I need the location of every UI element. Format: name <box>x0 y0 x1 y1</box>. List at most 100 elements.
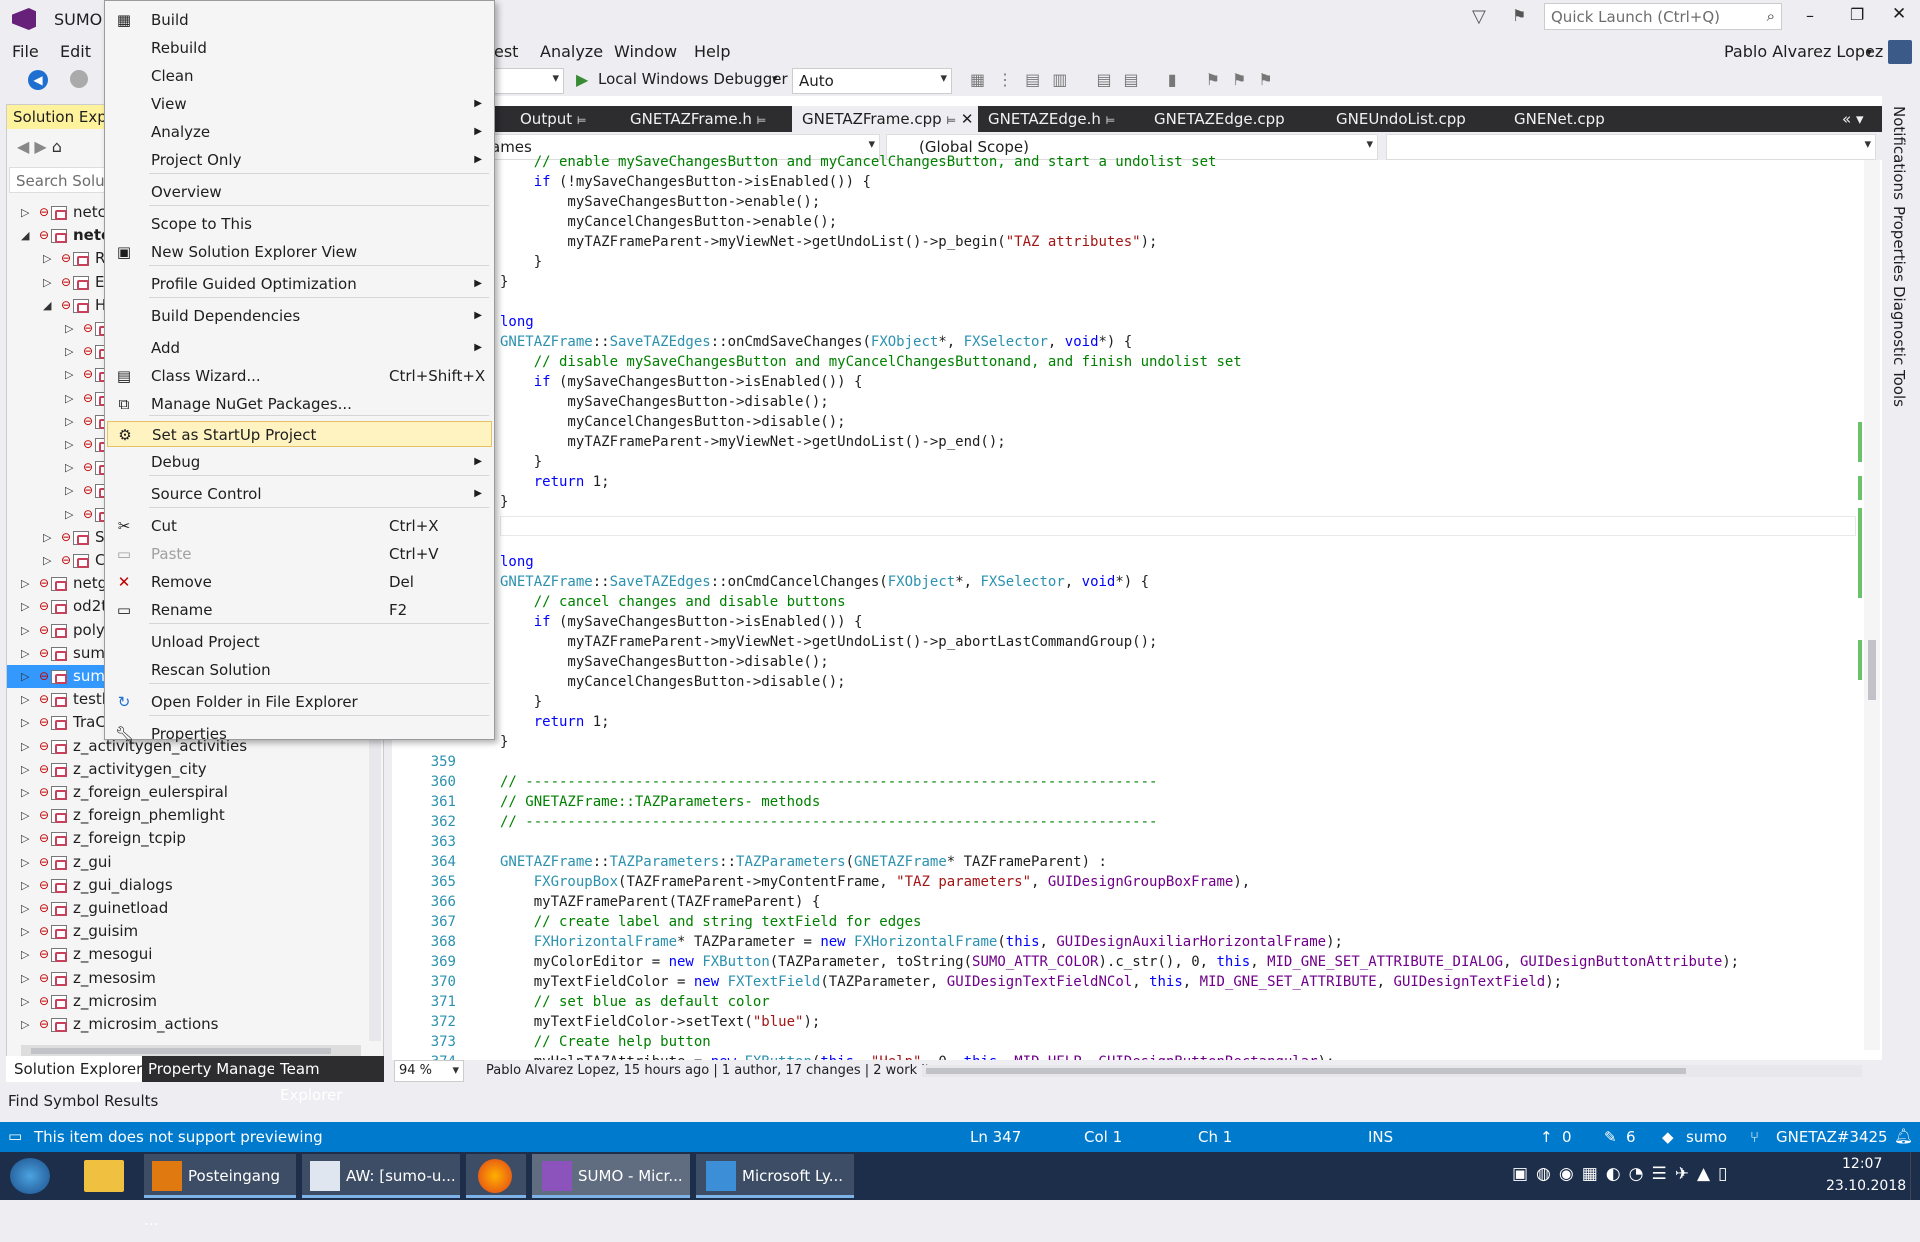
tree-item[interactable]: ▷ ⊖ z_gui_dialogs <box>7 874 377 897</box>
code-line[interactable]: } <box>392 272 1862 292</box>
editor-vscrollbar[interactable] <box>1864 160 1880 1050</box>
code-line[interactable]: 365 FXGroupBox(TAZFrameParent->myContent… <box>392 872 1862 892</box>
context-menu-item[interactable]: ⚙ Set as StartUp Project <box>107 421 492 447</box>
code-line[interactable]: GNETAZFrame::SaveTAZEdges::onCmdSaveChan… <box>392 332 1862 352</box>
code-line[interactable]: 369 myColorEditor = new FXButton(TAZPara… <box>392 952 1862 972</box>
blame-info[interactable]: Pablo Alvarez Lopez, 15 hours ago | 1 au… <box>486 1063 957 1078</box>
debugger-button[interactable]: Local Windows Debugger <box>598 70 788 88</box>
tree-item[interactable]: ▷ ⊖ z_microsim <box>7 990 377 1013</box>
minimize-button[interactable]: – <box>1806 6 1814 25</box>
expand-arrow-icon[interactable]: ▷ <box>65 479 73 502</box>
zoom-combo[interactable]: 94 % <box>394 1060 464 1082</box>
find-symbol-results-tab[interactable]: Find Symbol Results <box>8 1092 158 1110</box>
filter-icon[interactable]: ▽ <box>1472 6 1486 27</box>
expand-arrow-icon[interactable]: ◢ <box>21 224 29 247</box>
code-line[interactable]: 366 myTAZFrameParent(TAZFrameParent) { <box>392 892 1862 912</box>
code-line[interactable]: long <box>392 312 1862 332</box>
context-menu-item[interactable]: Overview <box>107 179 492 205</box>
expand-arrow-icon[interactable]: ▷ <box>65 433 73 456</box>
tree-item[interactable]: ▷ ⊖ z_guinetload <box>7 897 377 920</box>
expand-arrow-icon[interactable]: ▷ <box>21 735 29 758</box>
menu-analyze[interactable]: Analyze <box>540 42 603 61</box>
user-name[interactable]: Pablo Alvarez Lopez <box>1724 42 1883 61</box>
tab-output[interactable]: Output ⊨ <box>510 106 586 132</box>
expand-arrow-icon[interactable]: ▷ <box>21 711 29 734</box>
taskbar-app-firefox[interactable] <box>466 1154 526 1198</box>
repo-icon[interactable]: ◆ <box>1662 1128 1674 1146</box>
expand-arrow-icon[interactable]: ▷ <box>21 874 29 897</box>
code-line[interactable]: // disable mySaveChangesButton and myCan… <box>392 352 1862 372</box>
code-line[interactable]: myTAZFrameParent->myViewNet->getUndoList… <box>392 632 1862 652</box>
context-menu-item[interactable]: Add ▶ <box>107 335 492 361</box>
code-line[interactable]: 364 GNETAZFrame::TAZParameters::TAZParame… <box>392 852 1862 872</box>
expand-arrow-icon[interactable]: ▷ <box>65 410 73 433</box>
context-menu-item[interactable]: Debug ▶ <box>107 449 492 475</box>
expand-arrow-icon[interactable]: ▷ <box>21 920 29 943</box>
context-menu-item[interactable]: Rescan Solution <box>107 657 492 683</box>
menu-edit[interactable]: Edit <box>60 42 91 61</box>
tab-gnetazframe-h[interactable]: GNETAZFrame.h ⊨ <box>620 106 766 132</box>
tab-gnetazedge-h[interactable]: GNETAZEdge.h ⊨ <box>978 106 1115 132</box>
context-menu-item[interactable]: Project Only ▶ <box>107 147 492 173</box>
expand-arrow-icon[interactable]: ▷ <box>65 456 73 479</box>
expand-arrow-icon[interactable]: ▷ <box>65 363 73 386</box>
expand-arrow-icon[interactable]: ▷ <box>21 827 29 850</box>
forward-nav-icon[interactable] <box>70 70 88 88</box>
context-menu-item[interactable]: Analyze ▶ <box>107 119 492 145</box>
context-menu-item[interactable]: Source Control ▶ <box>107 481 492 507</box>
close-tab-icon[interactable]: ✕ <box>961 110 974 128</box>
code-line[interactable]: if (!mySaveChangesButton->isEnabled()) { <box>392 172 1862 192</box>
show-desktop-button[interactable] <box>1910 1152 1920 1200</box>
menu-window[interactable]: Window <box>614 42 677 61</box>
context-menu-item[interactable]: Build Dependencies ▶ <box>107 303 492 329</box>
code-line[interactable]: 360 // ----------------------------------… <box>392 772 1862 792</box>
expand-arrow-icon[interactable]: ▷ <box>21 619 29 642</box>
code-line[interactable]: 370 myTextFieldColor = new FXTextField(T… <box>392 972 1862 992</box>
expand-arrow-icon[interactable]: ▷ <box>65 503 73 526</box>
expand-arrow-icon[interactable]: ▷ <box>43 549 51 572</box>
code-line[interactable]: GNETAZFrame::SaveTAZEdges::onCmdCancelCh… <box>392 572 1862 592</box>
file-explorer-icon[interactable] <box>84 1160 124 1192</box>
expand-arrow-icon[interactable]: ▷ <box>43 526 51 549</box>
code-line[interactable]: } <box>392 692 1862 712</box>
code-line[interactable]: long <box>392 552 1862 572</box>
context-menu-item[interactable]: Rebuild <box>107 35 492 61</box>
code-line[interactable]: myCancelChangesButton->disable(); <box>392 412 1862 432</box>
pencil-icon[interactable]: ✎ <box>1604 1128 1617 1146</box>
play-icon[interactable]: ▶ <box>576 70 588 89</box>
tab-gnenet-cpp[interactable]: GNENet.cpp <box>1504 106 1605 132</box>
pin-icon[interactable]: ⊨ <box>577 114 587 127</box>
tree-item[interactable]: ▷ ⊖ z_foreign_eulerspiral <box>7 781 377 804</box>
home-icon[interactable]: ⌂ <box>52 137 62 156</box>
expand-arrow-icon[interactable]: ▷ <box>65 340 73 363</box>
code-line[interactable]: myTAZFrameParent->myViewNet->getUndoList… <box>392 232 1862 252</box>
expand-arrow-icon[interactable]: ▷ <box>21 758 29 781</box>
expand-arrow-icon[interactable]: ▷ <box>21 665 29 688</box>
code-line[interactable]: 359 <box>392 752 1862 772</box>
quick-launch-input[interactable]: Quick Launch (Ctrl+Q) ⌕ <box>1544 3 1782 30</box>
up-arrow-icon[interactable]: ↑ <box>1540 1128 1553 1146</box>
tab-property-manager[interactable]: Property Manager <box>142 1056 288 1082</box>
code-line[interactable]: myCancelChangesButton->enable(); <box>392 212 1862 232</box>
status-pushes[interactable]: 0 <box>1562 1128 1572 1146</box>
code-line[interactable]: } <box>392 252 1862 272</box>
code-line[interactable]: myTAZFrameParent->myViewNet->getUndoList… <box>392 432 1862 452</box>
tab-team-explorer[interactable]: Team Explorer <box>274 1056 384 1104</box>
platform-combo[interactable] <box>494 68 564 94</box>
code-line[interactable]: myCancelChangesButton->disable(); <box>392 672 1862 692</box>
expand-arrow-icon[interactable]: ▷ <box>43 271 51 294</box>
tree-item[interactable]: ▷ ⊖ z_gui <box>7 851 377 874</box>
close-window-button[interactable]: ✕ <box>1892 4 1906 24</box>
context-menu-item[interactable]: Profile Guided Optimization ▶ <box>107 271 492 297</box>
code-line[interactable]: mySaveChangesButton->disable(); <box>392 392 1862 412</box>
tree-item[interactable]: ▷ ⊖ z_activitygen_city <box>7 758 377 781</box>
expand-arrow-icon[interactable]: ▷ <box>43 247 51 270</box>
context-menu-item[interactable]: ✕ Remove Del <box>107 569 492 595</box>
pin-icon[interactable]: ⊨ <box>757 114 767 127</box>
menu-file[interactable]: File <box>12 42 39 61</box>
debugger-dropdown-icon[interactable]: ▾ <box>772 72 778 85</box>
code-line[interactable]: // enable mySaveChangesButton and myCanc… <box>392 152 1862 172</box>
expand-arrow-icon[interactable]: ▷ <box>65 317 73 340</box>
expand-arrow-icon[interactable]: ▷ <box>21 642 29 665</box>
chevron-down-icon[interactable]: ▾ <box>1866 45 1872 59</box>
